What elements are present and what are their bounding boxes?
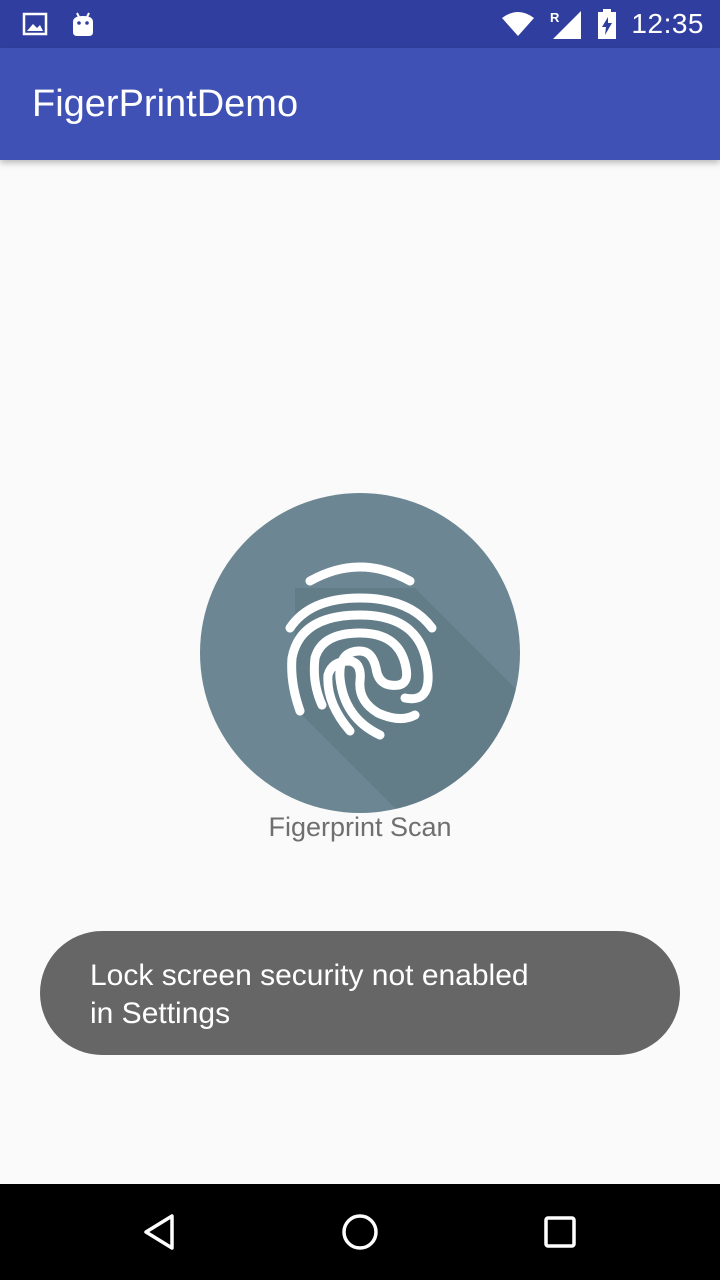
home-icon — [342, 1214, 378, 1250]
toast-message: Lock screen security not enabled in Sett… — [40, 931, 680, 1055]
status-bar: R 12:35 — [0, 0, 720, 48]
recents-icon — [544, 1216, 576, 1248]
fingerprint-scan-button[interactable] — [200, 493, 520, 813]
notification-icons — [22, 8, 96, 40]
screen: R 12:35 FigerPrintDemo Figerprint Scan L… — [0, 0, 720, 1280]
fingerprint-icon — [285, 562, 520, 813]
recents-button[interactable] — [536, 1208, 584, 1256]
app-bar: FigerPrintDemo — [0, 48, 720, 160]
app-title: FigerPrintDemo — [32, 83, 299, 125]
battery-charging-icon — [597, 9, 617, 39]
clock: 12:35 — [631, 8, 704, 39]
home-button[interactable] — [336, 1208, 384, 1256]
wifi-icon — [501, 11, 535, 37]
back-button[interactable] — [136, 1208, 184, 1256]
roaming-indicator: R — [550, 10, 560, 25]
gallery-icon — [22, 12, 48, 36]
navigation-bar — [0, 1184, 720, 1280]
back-icon — [144, 1214, 174, 1250]
signal-roaming-icon: R — [549, 9, 583, 39]
system-icons: R 12:35 — [501, 0, 704, 48]
android-icon — [70, 10, 96, 38]
toast-text: Lock screen security not enabled in Sett… — [90, 959, 529, 1030]
scan-label: Figerprint Scan — [268, 812, 452, 842]
